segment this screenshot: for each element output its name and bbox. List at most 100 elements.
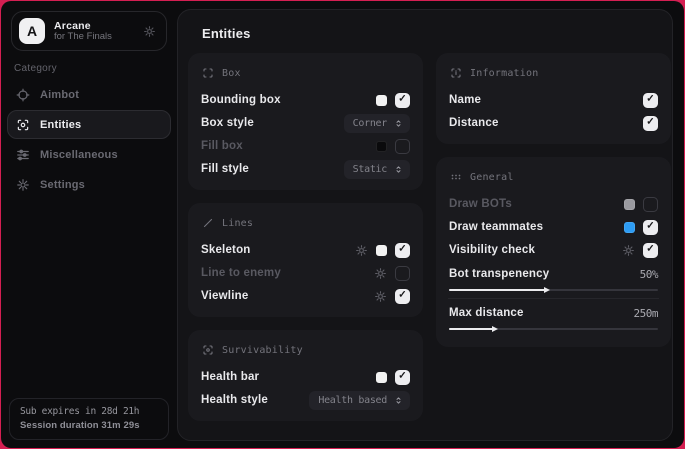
left-column: Box Bounding box ✓ Box style Corn xyxy=(188,53,423,421)
card-title: Box xyxy=(222,68,241,79)
slider-value: 250m xyxy=(634,307,659,320)
viewline-checkbox[interactable]: ✓ xyxy=(395,289,410,304)
setting-row: Distance ✓ xyxy=(448,112,659,134)
check-icon: ✓ xyxy=(646,118,654,128)
app-window: A Arcane for The Finals Category Aimbot xyxy=(1,1,684,448)
skeleton-checkbox[interactable]: ✓ xyxy=(395,243,410,258)
sidebar-item-aimbot[interactable]: Aimbot xyxy=(7,80,171,109)
box-style-dropdown[interactable]: Corner xyxy=(344,114,410,133)
survivability-card: Survivability Health bar ✓ Health style xyxy=(188,330,423,421)
sidebar-item-entities[interactable]: Entities xyxy=(7,110,171,139)
scan-info-icon xyxy=(450,67,462,79)
fill-box-color-swatch[interactable] xyxy=(376,141,387,152)
sidebar-nav: Aimbot Entities Miscellaneous Settings xyxy=(1,80,177,199)
scan-icon xyxy=(16,118,30,132)
information-card: Information Name ✓ Distance ✓ xyxy=(436,53,671,144)
visibility-check-checkbox[interactable]: ✓ xyxy=(643,243,658,258)
draw-teammates-color-swatch[interactable] xyxy=(624,222,635,233)
crosshair-icon xyxy=(16,88,30,102)
grid-dots-icon xyxy=(450,171,462,183)
slider-fill xyxy=(449,328,493,330)
brand-logo: A xyxy=(19,18,45,44)
brand-text: Arcane for The Finals xyxy=(54,20,134,43)
bounding-box-color-swatch[interactable] xyxy=(376,95,387,106)
setting-label: Fill style xyxy=(201,163,344,175)
slider-header: Max distance 250m xyxy=(448,303,659,323)
sliders-icon xyxy=(16,148,30,162)
fill-style-dropdown[interactable]: Static xyxy=(344,160,410,179)
visibility-check-options-gear-icon[interactable] xyxy=(622,244,635,257)
chevrons-up-down-icon xyxy=(394,396,403,405)
setting-label: Viewline xyxy=(201,290,374,302)
settings-grid: Box Bounding box ✓ Box style Corn xyxy=(188,53,672,421)
max-distance-slider[interactable] xyxy=(449,328,658,330)
setting-row: Name ✓ xyxy=(448,89,659,111)
subscription-expiry: Sub expires in 28d 21h xyxy=(20,406,158,417)
draw-bots-checkbox[interactable]: ✓ xyxy=(643,197,658,212)
setting-row: Health bar ✓ xyxy=(200,366,411,388)
lines-card: Lines Skeleton ✓ Line to enemy xyxy=(188,203,423,317)
setting-label: Draw teammates xyxy=(449,221,624,233)
distance-checkbox[interactable]: ✓ xyxy=(643,116,658,131)
setting-label: Line to enemy xyxy=(201,267,374,279)
name-checkbox[interactable]: ✓ xyxy=(643,93,658,108)
health-bar-checkbox[interactable]: ✓ xyxy=(395,370,410,385)
setting-row: Health style Health based xyxy=(200,389,411,411)
card-title: General xyxy=(470,172,514,183)
information-card-header: Information xyxy=(450,67,657,79)
setting-label: Health bar xyxy=(201,371,376,383)
general-card-header: General xyxy=(450,171,657,183)
line-to-enemy-checkbox[interactable]: ✓ xyxy=(395,266,410,281)
setting-row: Visibility check ✓ xyxy=(448,239,659,261)
setting-row: Box style Corner xyxy=(200,112,411,134)
survivability-card-header: Survivability xyxy=(202,344,409,356)
check-icon: ✓ xyxy=(398,245,406,255)
setting-row: Skeleton ✓ xyxy=(200,239,411,261)
slider-label: Bot transpenency xyxy=(449,268,640,280)
slider-thumb[interactable] xyxy=(492,326,498,332)
skeleton-color-swatch[interactable] xyxy=(376,245,387,256)
scan-target-icon xyxy=(202,344,214,356)
page-title: Entities xyxy=(202,26,672,41)
health-style-dropdown[interactable]: Health based xyxy=(309,391,410,410)
viewline-options-gear-icon[interactable] xyxy=(374,290,387,303)
brand-title: Arcane xyxy=(54,20,134,32)
card-title: Lines xyxy=(222,218,253,229)
sidebar-item-label: Aimbot xyxy=(40,89,79,101)
divider xyxy=(448,298,659,299)
skeleton-options-gear-icon[interactable] xyxy=(355,244,368,257)
card-title: Survivability xyxy=(222,345,303,356)
setting-label: Name xyxy=(449,94,643,106)
card-title: Information xyxy=(470,68,538,79)
check-icon: ✓ xyxy=(398,95,406,105)
sidebar-item-miscellaneous[interactable]: Miscellaneous xyxy=(7,140,171,169)
check-icon: ✓ xyxy=(398,372,406,382)
setting-row: Fill box ✓ xyxy=(200,135,411,157)
dropdown-value: Corner xyxy=(353,118,387,129)
slider-value: 50% xyxy=(640,268,658,281)
gear-icon xyxy=(16,178,30,192)
fill-box-checkbox[interactable]: ✓ xyxy=(395,139,410,154)
category-label: Category xyxy=(14,63,177,74)
check-icon: ✓ xyxy=(398,291,406,301)
dropdown-value: Static xyxy=(353,164,387,175)
setting-row: Fill style Static xyxy=(200,158,411,180)
bounding-box-checkbox[interactable]: ✓ xyxy=(395,93,410,108)
slider-thumb[interactable] xyxy=(544,287,550,293)
session-duration: Session duration 31m 29s xyxy=(20,420,158,431)
dropdown-value: Health based xyxy=(318,395,387,406)
draw-bots-color-swatch[interactable] xyxy=(624,199,635,210)
brand-subtitle: for The Finals xyxy=(54,32,134,43)
sidebar-item-label: Entities xyxy=(40,119,81,131)
slider-label: Max distance xyxy=(449,307,634,319)
brand-gear-icon[interactable] xyxy=(143,25,156,38)
setting-label: Fill box xyxy=(201,140,376,152)
setting-label: Draw BOTs xyxy=(449,198,624,210)
bot-transparency-slider[interactable] xyxy=(449,289,658,291)
slider-fill xyxy=(449,289,545,291)
sidebar-item-settings[interactable]: Settings xyxy=(7,170,171,199)
setting-label: Bounding box xyxy=(201,94,376,106)
health-bar-color-swatch[interactable] xyxy=(376,372,387,383)
draw-teammates-checkbox[interactable]: ✓ xyxy=(643,220,658,235)
line-to-enemy-options-gear-icon[interactable] xyxy=(374,267,387,280)
